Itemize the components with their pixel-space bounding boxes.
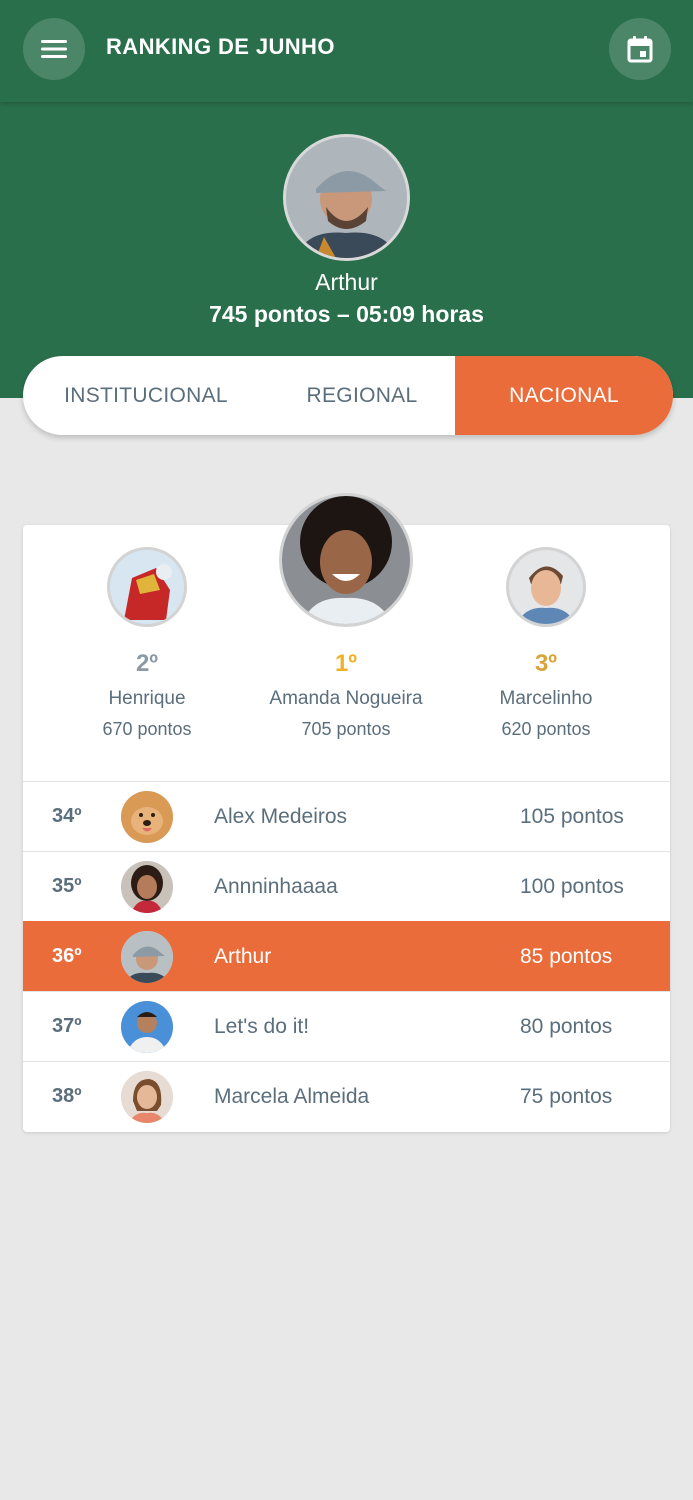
avatar-annninhaaaa-image bbox=[121, 860, 173, 913]
app-bar: RANKING DE JUNHO bbox=[0, 0, 693, 102]
podium-entry-3: 3º Marcelinho 620 pontos bbox=[446, 650, 646, 740]
rank-name: Arthur bbox=[214, 944, 272, 968]
ranking-row[interactable]: 38º Marcela Almeida 75 pontos bbox=[23, 1061, 670, 1131]
avatar bbox=[121, 930, 173, 983]
avatar bbox=[121, 790, 173, 843]
avatar-henrique-image bbox=[110, 550, 184, 624]
calendar-icon bbox=[627, 36, 653, 63]
ranking-row[interactable]: 37º Let's do it! 80 pontos bbox=[23, 991, 670, 1061]
rank-position: 38º bbox=[52, 1085, 82, 1107]
menu-icon bbox=[41, 40, 67, 58]
tab-regional[interactable]: REGIONAL bbox=[269, 356, 455, 435]
rank-position: 36º bbox=[52, 945, 82, 967]
rank-name: Let's do it! bbox=[214, 1014, 310, 1038]
podium-avatar-1[interactable] bbox=[279, 493, 413, 627]
rank-points: 75 pontos bbox=[520, 1084, 613, 1108]
podium-name: Amanda Nogueira bbox=[269, 688, 423, 709]
scope-tabs: INSTITUCIONAL REGIONAL NACIONAL bbox=[23, 356, 673, 435]
avatar-amanda-image bbox=[282, 496, 410, 624]
tab-nacional[interactable]: NACIONAL bbox=[455, 356, 673, 435]
calendar-button[interactable] bbox=[609, 18, 671, 80]
rank-position: 34º bbox=[52, 805, 82, 827]
rank-name: Marcela Almeida bbox=[214, 1084, 370, 1108]
podium-place: 3º bbox=[534, 650, 558, 677]
podium-avatar-3[interactable] bbox=[506, 547, 586, 627]
podium-entry-1: 1º Amanda Nogueira 705 pontos bbox=[246, 650, 446, 740]
ranking-row-current-user[interactable]: 36º Arthur 85 pontos bbox=[23, 921, 670, 991]
avatar bbox=[121, 860, 173, 913]
podium-avatar-2[interactable] bbox=[107, 547, 187, 627]
podium-name: Marcelinho bbox=[499, 688, 593, 709]
profile-avatar bbox=[283, 134, 410, 261]
ranking-row[interactable]: 34º Alex Medeiros 105 pontos bbox=[23, 781, 670, 851]
rank-position: 35º bbox=[52, 875, 82, 897]
page-title: RANKING DE JUNHO bbox=[106, 34, 335, 59]
ranking-list: 34º Alex Medeiros 105 pontos 35º Annninh… bbox=[23, 781, 670, 1131]
avatar bbox=[121, 1070, 173, 1123]
podium-points: 670 pontos bbox=[102, 719, 192, 739]
podium-name: Henrique bbox=[108, 688, 186, 709]
rank-points: 105 pontos bbox=[520, 804, 624, 828]
avatar-marcela-image bbox=[121, 1070, 173, 1123]
rank-name: Annninhaaaa bbox=[214, 874, 338, 898]
rank-points: 80 pontos bbox=[520, 1014, 613, 1038]
rank-position: 37º bbox=[52, 1015, 82, 1037]
avatar-dog-image bbox=[121, 790, 173, 843]
tab-institucional[interactable]: INSTITUCIONAL bbox=[23, 356, 269, 435]
podium-place: 1º bbox=[334, 650, 358, 677]
podium-points: 705 pontos bbox=[301, 719, 391, 739]
ranking-row[interactable]: 35º Annninhaaaa 100 pontos bbox=[23, 851, 670, 921]
menu-button[interactable] bbox=[23, 18, 85, 80]
ranking-screen: RANKING DE JUNHO Arthur 745 pontos – 05:… bbox=[0, 0, 693, 1500]
avatar-lets-do-it-image bbox=[121, 1000, 173, 1053]
rank-points: 85 pontos bbox=[520, 944, 613, 968]
avatar-arthur-image bbox=[286, 137, 407, 258]
profile-stats: 745 pontos – 05:09 horas bbox=[209, 301, 484, 327]
avatar-arthur-image bbox=[121, 930, 173, 983]
profile-name: Arthur bbox=[315, 269, 378, 295]
podium-points: 620 pontos bbox=[501, 719, 591, 739]
podium-entry-2: 2º Henrique 670 pontos bbox=[47, 650, 247, 740]
avatar bbox=[121, 1000, 173, 1053]
podium-place: 2º bbox=[135, 650, 159, 677]
rank-points: 100 pontos bbox=[520, 874, 624, 898]
rank-name: Alex Medeiros bbox=[214, 804, 348, 828]
avatar-marcelinho-image bbox=[509, 550, 583, 624]
